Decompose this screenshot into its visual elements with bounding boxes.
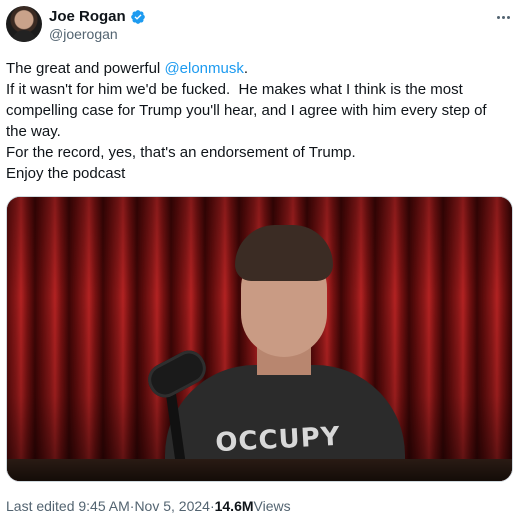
tweet-line-2: If it wasn't for him we'd be fucked. He … (6, 81, 463, 98)
tweet-text-segment: The great and powerful (6, 60, 165, 77)
tweet-text: The great and powerful @elonmusk. If it … (6, 58, 512, 184)
views-count: 14.6M (214, 498, 254, 514)
dot (496, 15, 500, 19)
table-edge (7, 459, 512, 481)
tweet-line-4: the way. (6, 123, 61, 140)
tweet-line-5: For the record, yes, that's an endorseme… (6, 144, 356, 161)
person-figure: OCCUPY (165, 217, 405, 481)
dot (506, 15, 510, 19)
author-name-row: Joe Rogan (49, 8, 146, 25)
avatar-figure (12, 30, 36, 42)
avatar[interactable] (6, 6, 42, 42)
tweet-meta: Last edited 9:45 AM · Nov 5, 2024 · 14.6… (6, 498, 291, 514)
tweet-line-1: The great and powerful @elonmusk. (6, 58, 512, 79)
post-date[interactable]: Nov 5, 2024 (134, 498, 210, 514)
tweet-header: Joe Rogan @joerogan (6, 6, 512, 46)
tweet-line-3: compelling case for Trump you'll hear, a… (6, 102, 487, 119)
mention-link[interactable]: @elonmusk (164, 60, 243, 77)
verified-badge-icon (130, 9, 145, 24)
dot (501, 15, 505, 19)
tweet-text-segment: . (243, 60, 249, 77)
more-horizontal-icon[interactable] (494, 10, 512, 24)
tweet: Joe Rogan @joerogan The great and powerf… (0, 0, 518, 519)
tweet-line-6: Enjoy the podcast (6, 165, 126, 182)
author-display-name[interactable]: Joe Rogan (49, 8, 126, 25)
views-label: Views (253, 498, 291, 514)
author-handle[interactable]: @joerogan (49, 26, 118, 42)
tweet-media-photo[interactable]: OCCUPY (6, 196, 513, 482)
hair (235, 225, 333, 281)
edited-time[interactable]: Last edited 9:45 AM (6, 498, 130, 514)
